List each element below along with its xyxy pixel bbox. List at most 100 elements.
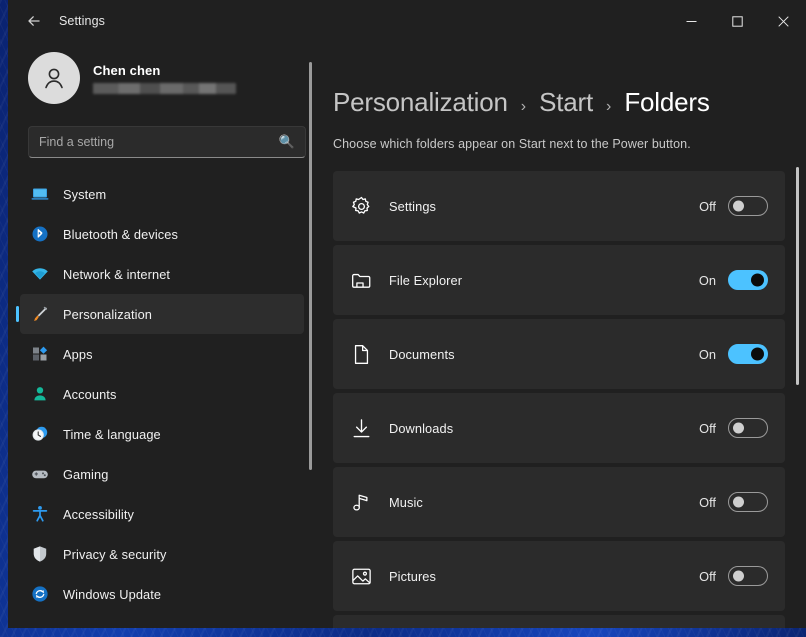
- wifi-icon: [30, 264, 50, 284]
- gear-icon: [349, 194, 373, 218]
- folder-list: SettingsOffFile ExplorerOnDocumentsOnDow…: [333, 171, 785, 628]
- sidebar-item-label: Network & internet: [63, 267, 170, 282]
- sidebar-item-privacy-security[interactable]: Privacy & security: [20, 534, 304, 574]
- toggle-state-label: Off: [699, 569, 716, 584]
- person-avatar-icon: [39, 63, 69, 93]
- folder-row-documents[interactable]: DocumentsOn: [333, 319, 785, 389]
- music-note-icon: [349, 490, 373, 514]
- page-subtitle: Choose which folders appear on Start nex…: [333, 137, 806, 151]
- toggle-knob: [733, 201, 744, 212]
- settings-window: Settings: [8, 0, 806, 628]
- sidebar-item-label: Bluetooth & devices: [63, 227, 178, 242]
- folder-row-pictures[interactable]: PicturesOff: [333, 541, 785, 611]
- sidebar-scrollbar-thumb[interactable]: [309, 62, 312, 470]
- sidebar-nav: System Bluetooth & devices Network & inter…: [16, 174, 318, 628]
- main-scrollbar-thumb[interactable]: [796, 167, 799, 385]
- sidebar-item-windows-update[interactable]: Windows Update: [20, 574, 304, 614]
- search-input[interactable]: [39, 135, 279, 149]
- folder-label: Downloads: [389, 421, 699, 436]
- toggle-knob: [751, 274, 764, 287]
- apps-blocks-icon: [30, 344, 50, 364]
- maximize-button[interactable]: [714, 0, 760, 42]
- toggle-state-label: On: [699, 273, 716, 288]
- search-icon: 🔍: [279, 134, 295, 150]
- breadcrumb-item-folders: Folders: [624, 87, 709, 118]
- breadcrumb: Personalization › Start › Folders: [333, 87, 806, 118]
- account-name: Chen chen: [93, 63, 236, 78]
- toggle-switch[interactable]: [728, 270, 768, 290]
- shield-icon: [30, 544, 50, 564]
- clock-globe-icon: [30, 424, 50, 444]
- sidebar-item-label: Personalization: [63, 307, 152, 322]
- gamepad-icon: [30, 464, 50, 484]
- sidebar-item-system[interactable]: System: [20, 174, 304, 214]
- window-controls: [668, 0, 806, 42]
- update-refresh-icon: [30, 584, 50, 604]
- back-arrow-icon: [26, 13, 42, 29]
- sidebar-item-personalization[interactable]: Personalization: [20, 294, 304, 334]
- download-icon: [349, 416, 373, 440]
- breadcrumb-separator-icon: ›: [606, 98, 611, 116]
- folder-label: Pictures: [389, 569, 699, 584]
- sidebar-item-label: Privacy & security: [63, 547, 167, 562]
- toggle-knob: [751, 348, 764, 361]
- toggle-switch[interactable]: [728, 344, 768, 364]
- main-content: Personalization › Start › Folders Choose whi…: [318, 42, 806, 628]
- toggle-state-label: Off: [699, 199, 716, 214]
- sidebar-item-label: Accessibility: [63, 507, 134, 522]
- minimize-icon: [686, 16, 697, 27]
- toggle-knob: [733, 497, 744, 508]
- back-button[interactable]: [17, 6, 51, 36]
- folder-row-downloads[interactable]: DownloadsOff: [333, 393, 785, 463]
- sidebar-item-label: Time & language: [63, 427, 161, 442]
- toggle-state-label: Off: [699, 495, 716, 510]
- folder-row-music[interactable]: MusicOff: [333, 467, 785, 537]
- toggle-switch[interactable]: [728, 492, 768, 512]
- main-scrollbar[interactable]: [796, 142, 799, 628]
- title-bar: Settings: [8, 0, 806, 42]
- sidebar-item-label: Accounts: [63, 387, 116, 402]
- sidebar-item-label: Gaming: [63, 467, 108, 482]
- account-card[interactable]: Chen chen: [28, 52, 318, 104]
- close-button[interactable]: [760, 0, 806, 42]
- sidebar-item-label: Windows Update: [63, 587, 161, 602]
- sidebar-item-bluetooth-devices[interactable]: Bluetooth & devices: [20, 214, 304, 254]
- sidebar-item-apps[interactable]: Apps: [20, 334, 304, 374]
- account-person-icon: [30, 384, 50, 404]
- sidebar-item-accessibility[interactable]: Accessibility: [20, 494, 304, 534]
- folder-label: Music: [389, 495, 699, 510]
- sidebar-item-gaming[interactable]: Gaming: [20, 454, 304, 494]
- breadcrumb-item-start[interactable]: Start: [539, 87, 593, 118]
- sidebar-item-time-language[interactable]: Time & language: [20, 414, 304, 454]
- toggle-state-label: On: [699, 347, 716, 362]
- sidebar: Chen chen 🔍 System Bluetooth & devices Net…: [8, 42, 318, 628]
- paintbrush-icon: [30, 304, 50, 324]
- breadcrumb-item-personalization[interactable]: Personalization: [333, 87, 508, 118]
- toggle-knob: [733, 571, 744, 582]
- sidebar-item-accounts[interactable]: Accounts: [20, 374, 304, 414]
- bluetooth-icon: [30, 224, 50, 244]
- folder-label: Documents: [389, 347, 699, 362]
- folder-row-settings[interactable]: SettingsOff: [333, 171, 785, 241]
- breadcrumb-separator-icon: ›: [521, 98, 526, 116]
- toggle-knob: [733, 423, 744, 434]
- account-email-redacted: [93, 83, 236, 94]
- sidebar-item-label: Apps: [63, 347, 93, 362]
- folder-row-file-explorer[interactable]: File ExplorerOn: [333, 245, 785, 315]
- avatar: [28, 52, 80, 104]
- picture-icon: [349, 564, 373, 588]
- toggle-state-label: Off: [699, 421, 716, 436]
- toggle-switch[interactable]: [728, 196, 768, 216]
- sidebar-scrollbar[interactable]: [309, 50, 312, 622]
- toggle-switch[interactable]: [728, 566, 768, 586]
- sidebar-item-network-internet[interactable]: Network & internet: [20, 254, 304, 294]
- app-title: Settings: [59, 14, 105, 28]
- folder-row-videos[interactable]: VideosOff: [333, 615, 785, 628]
- sidebar-item-label: System: [63, 187, 106, 202]
- minimize-button[interactable]: [668, 0, 714, 42]
- toggle-switch[interactable]: [728, 418, 768, 438]
- system-laptop-icon: [30, 184, 50, 204]
- maximize-icon: [732, 16, 743, 27]
- search-box[interactable]: 🔍: [28, 126, 306, 158]
- accessibility-icon: [30, 504, 50, 524]
